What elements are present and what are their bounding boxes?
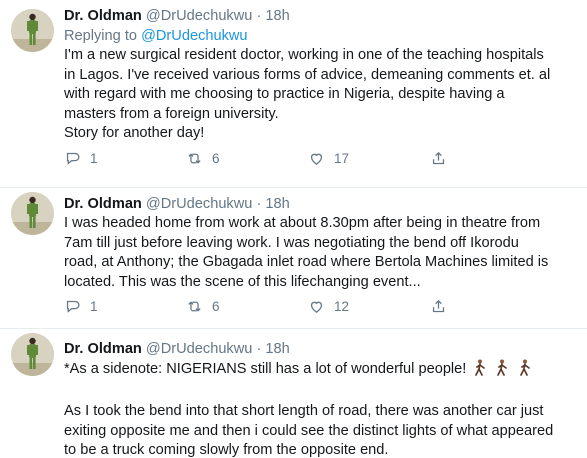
retweet-button[interactable]: 6	[186, 298, 308, 315]
like-button[interactable]: 12	[308, 298, 430, 315]
author-name[interactable]: Dr. Oldman	[64, 8, 142, 24]
author-name[interactable]: Dr. Oldman	[64, 341, 142, 357]
tweet[interactable]: Dr. Oldman @DrUdechukwu · 18h *As a side…	[0, 329, 587, 458]
replying-to-link[interactable]: @DrUdechukwu	[141, 28, 247, 44]
author-name[interactable]: Dr. Oldman	[64, 196, 142, 212]
share-button[interactable]	[430, 298, 450, 315]
reply-icon	[66, 152, 80, 165]
separator: ·	[256, 196, 262, 212]
avatar[interactable]	[11, 192, 54, 235]
tweet-body: Dr. Oldman @DrUdechukwu · 18h I was head…	[64, 194, 573, 292]
retweet-count: 6	[212, 151, 220, 166]
tweet-line: I was headed home from work at about 8.3…	[64, 215, 541, 231]
share-button[interactable]	[430, 150, 450, 167]
tweet-line: *As a sidenote: NIGERIANS still has a lo…	[64, 359, 573, 383]
retweet-icon	[188, 153, 201, 164]
like-count: 12	[334, 299, 350, 314]
tweet-header: Dr. Oldman @DrUdechukwu · 18h	[64, 6, 573, 26]
separator: ·	[256, 341, 262, 357]
timestamp[interactable]: 18h	[265, 196, 289, 212]
share-icon	[432, 151, 445, 165]
retweet-button[interactable]: 6	[186, 150, 308, 167]
retweet-icon	[188, 301, 201, 312]
tweet-body: Dr. Oldman @DrUdechukwu · 18h Replying t…	[64, 6, 573, 144]
tweet-header: Dr. Oldman @DrUdechukwu · 18h	[64, 194, 573, 214]
replying-to: Replying to @DrUdechukwu	[64, 26, 573, 46]
share-icon	[432, 299, 445, 313]
timestamp[interactable]: 18h	[265, 341, 289, 357]
author-handle[interactable]: @DrUdechukwu	[146, 341, 252, 357]
tweet-text: I'm a new surgical resident doctor, work…	[64, 46, 573, 144]
author-handle[interactable]: @DrUdechukwu	[146, 196, 252, 212]
tweet[interactable]: Dr. Oldman @DrUdechukwu · 18h Replying t…	[0, 0, 587, 188]
person-walking-emoji	[517, 359, 533, 383]
tweet-line: I'm a new surgical resident doctor, work…	[64, 47, 544, 63]
tweet-text: I was headed home from work at about 8.3…	[64, 214, 573, 292]
reply-button[interactable]: 1	[64, 150, 186, 167]
tweet-line: exiting opposite me and then i could see…	[64, 422, 554, 439]
avatar[interactable]	[11, 333, 54, 376]
person-walking-emoji	[494, 359, 510, 383]
tweet-line: Story for another day!	[64, 125, 205, 142]
reply-count: 1	[90, 299, 98, 314]
avatar[interactable]	[11, 9, 54, 52]
person-walking-emoji	[472, 359, 488, 383]
replying-prefix: Replying to	[64, 28, 138, 44]
tweet-body: Dr. Oldman @DrUdechukwu · 18h *As a side…	[64, 339, 573, 458]
timestamp[interactable]: 18h	[265, 8, 289, 24]
tweet-line: in Lagos. I've received various forms of…	[64, 66, 551, 83]
heart-icon	[310, 153, 323, 165]
reply-button[interactable]: 1	[64, 298, 186, 315]
tweet-text: *As a sidenote: NIGERIANS still has a lo…	[64, 359, 573, 458]
retweet-count: 6	[212, 299, 220, 314]
tweet[interactable]: Dr. Oldman @DrUdechukwu · 18h I was head…	[0, 188, 587, 329]
like-count: 17	[334, 151, 350, 166]
tweet-actions: 1 6 17	[64, 150, 450, 167]
tweet-line: masters from a foreign university.	[64, 105, 279, 122]
tweet-line: road, at Anthony; the Gbagada inlet road…	[64, 254, 549, 271]
tweet-line: 7am till just before leaving work. I was…	[64, 234, 519, 251]
author-handle[interactable]: @DrUdechukwu	[146, 8, 252, 24]
tweet-line: with regard with me choosing to practice…	[64, 86, 505, 103]
tweet-header: Dr. Oldman @DrUdechukwu · 18h	[64, 339, 573, 359]
heart-icon	[310, 301, 323, 313]
tweet-actions: 1 6 12	[64, 298, 450, 315]
tweet-thread: Dr. Oldman @DrUdechukwu · 18h Replying t…	[0, 0, 587, 458]
reply-count: 1	[90, 151, 98, 166]
tweet-line-text: *As a sidenote: NIGERIANS still has a lo…	[64, 361, 467, 377]
tweet-line: located. This was the scene of this life…	[64, 273, 421, 290]
like-button[interactable]: 17	[308, 150, 430, 167]
tweet-line: As I took the bend into that short lengt…	[64, 403, 544, 420]
tweet-line: to be a truck coming slowly from the opp…	[64, 442, 389, 458]
reply-icon	[66, 300, 80, 313]
separator: ·	[256, 8, 262, 24]
